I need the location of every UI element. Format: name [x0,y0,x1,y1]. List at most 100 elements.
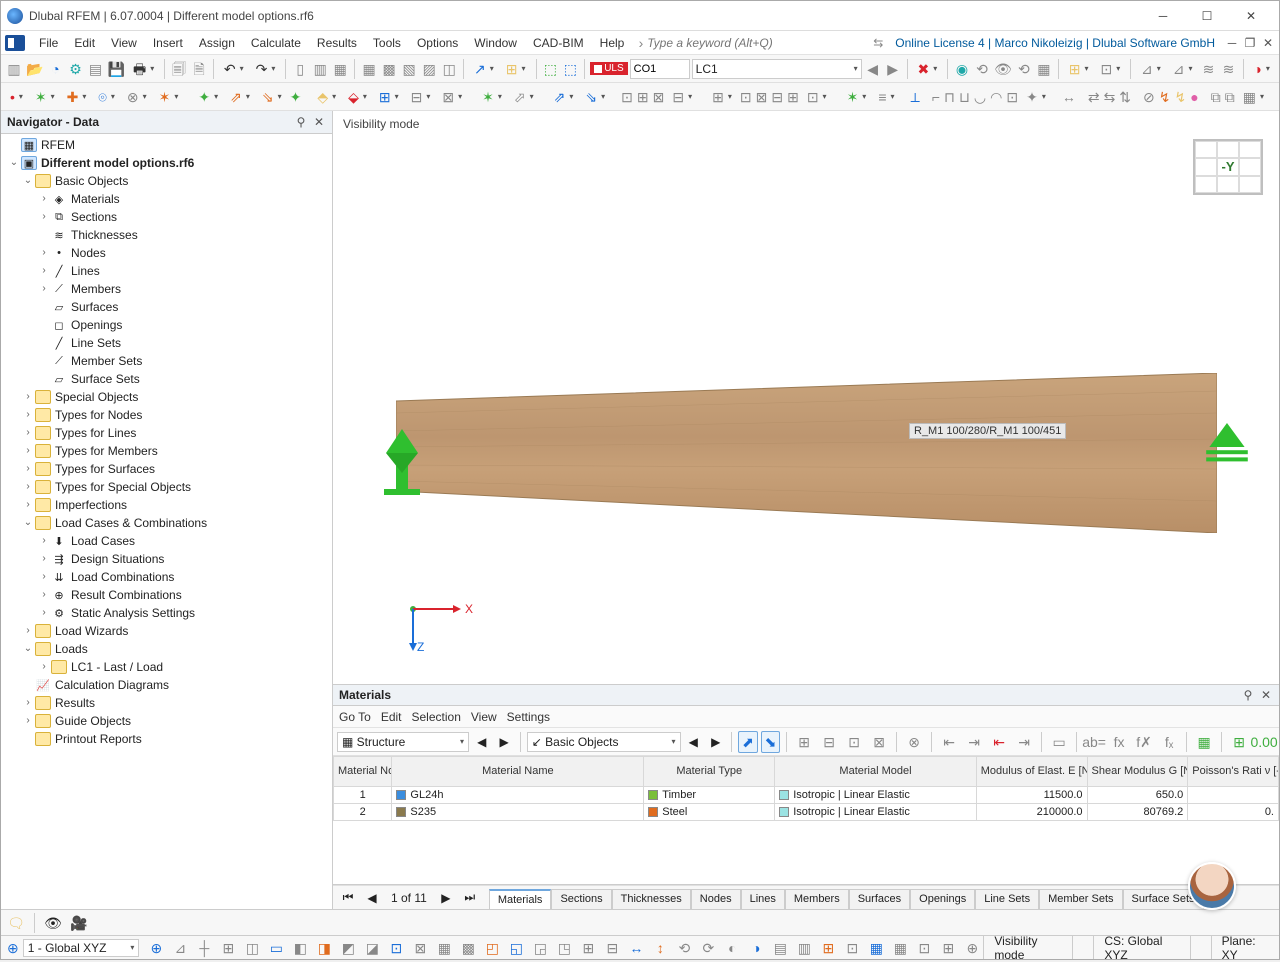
status-icon-11[interactable]: ⊠ [409,937,431,959]
tab-surfaces[interactable]: Surfaces [849,889,910,909]
tab-lines[interactable]: Lines [741,889,785,909]
tree-types-for-nodes[interactable]: ›Types for Nodes [5,406,332,424]
status-icon-1[interactable]: ⊿ [169,937,191,959]
bp-icon-7[interactable]: ⇤ [938,731,960,753]
tree-types-for-lines[interactable]: ›Types for Lines [5,424,332,442]
model-icon[interactable]: ◔ [46,58,64,80]
bp-icon-3[interactable]: ⊠ [868,731,890,753]
tab-materials[interactable]: Materials [489,889,552,909]
tree-imperfections[interactable]: ›Imperfections [5,496,332,514]
tb2-icon-29[interactable]: ✶▾ [842,86,872,108]
bp-icon-10[interactable]: ⇥ [1013,731,1035,753]
tb2-icon-39[interactable]: ↔ [1061,86,1077,108]
v7-icon[interactable]: ▨ [420,58,438,80]
tree-lc1-last-load[interactable]: ›LC1 - Last / Load [5,658,332,676]
bp-icon-17[interactable]: fₓ [1158,731,1180,753]
materials-menu-edit[interactable]: Edit [381,710,402,724]
r8-icon[interactable]: ⊿▾ [1136,58,1166,80]
tree-nodes[interactable]: ›•Nodes [5,244,332,262]
status-icon-31[interactable]: ▦ [889,937,911,959]
tb2-icon-10[interactable]: ⬘▾ [312,86,341,108]
view-cube[interactable]: -Y [1193,139,1263,195]
table-row[interactable]: 1GL24hTimberIsotropic | Linear Elastic11… [334,787,1279,804]
status-icon-25[interactable]: ◑ [745,937,767,959]
tb2-icon-22[interactable]: ⊟▾ [667,86,697,108]
nav-next2-button[interactable]: ▶ [706,731,725,753]
tb2-icon-47[interactable]: ⧉ [1210,86,1222,108]
status-icon-23[interactable]: ⟳ [697,937,719,959]
uls-badge[interactable]: ULS [590,62,627,75]
tb2-icon-27[interactable]: ⊞ [786,86,800,108]
d4-icon[interactable]: ⬚ [561,58,579,80]
status-icon-10[interactable]: ⊡ [385,937,407,959]
tb2-icon-33[interactable]: ⊓ [943,86,956,108]
tb2-icon-34[interactable]: ⊔ [958,86,971,108]
status-icon-4[interactable]: ◫ [241,937,263,959]
first-page-button[interactable]: ⏮ [337,887,359,909]
bp-icon-21[interactable]: ⊞ [1228,731,1250,753]
tree-member-sets[interactable]: ⟋Member Sets [5,352,332,370]
tb2-icon-36[interactable]: ◠ [989,86,1003,108]
menu-assign[interactable]: Assign [191,33,243,53]
tree-printout-reports[interactable]: Printout Reports [5,730,332,748]
tree-thicknesses[interactable]: ≋Thicknesses [5,226,332,244]
v5-icon[interactable]: ▩ [380,58,398,80]
tb2-icon-38[interactable]: ✦▾ [1021,86,1051,108]
menu-view[interactable]: View [103,33,145,53]
tree-types-for-surfaces[interactable]: ›Types for Surfaces [5,460,332,478]
bp-icon-8[interactable]: ⇥ [963,731,985,753]
cs-select[interactable]: 1 - Global XYZ▾ [23,939,140,957]
menu-options[interactable]: Options [409,33,466,53]
tree-result-combinations[interactable]: ›⊕Result Combinations [5,586,332,604]
tree-surface-sets[interactable]: ▱Surface Sets [5,370,332,388]
mdi-restore-icon[interactable]: ❐ [1243,36,1257,50]
tab-openings[interactable]: Openings [910,889,975,909]
tb2-icon-18[interactable]: ⇘▾ [580,86,610,108]
bp-icon-22[interactable]: 0.00 [1253,731,1275,753]
tb2-icon-24[interactable]: ⊡ [739,86,753,108]
tb2-icon-45[interactable]: ↯ [1174,86,1188,108]
status-icon-29[interactable]: ⊡ [841,937,863,959]
status-icon-7[interactable]: ◨ [313,937,335,959]
tb2-icon-6[interactable]: ✦▾ [193,86,223,108]
bp-icon-5[interactable]: ⊗ [903,731,925,753]
tab-nodes[interactable]: Nodes [691,889,741,909]
d2-icon[interactable]: ⊞▾ [501,58,531,80]
tab-line-sets[interactable]: Line Sets [975,889,1039,909]
tree-load-cases-combinations[interactable]: ⌄Load Cases & Combinations [5,514,332,532]
last-page-button[interactable]: ⏭ [459,887,481,909]
paste-icon[interactable]: 🗎 [190,58,208,80]
tree-lines[interactable]: ›╱Lines [5,262,332,280]
col-name[interactable]: Material Name [392,757,644,787]
nav-prev-button[interactable]: ◀ [472,731,491,753]
tree-load-combinations[interactable]: ›⇊Load Combinations [5,568,332,586]
tb2-icon-17[interactable]: ⇗▾ [549,86,579,108]
v3-icon[interactable]: ▦ [331,58,349,80]
tb2-icon-9[interactable]: ✦ [289,86,303,108]
redo-icon[interactable]: ↷▾ [251,58,281,80]
menu-results[interactable]: Results [309,33,365,53]
tb2-icon-25[interactable]: ⊠ [755,86,769,108]
tree-types-for-special-objects[interactable]: ›Types for Special Objects [5,478,332,496]
nav-prev2-button[interactable]: ◀ [684,731,703,753]
v2-icon[interactable]: ▥ [311,58,329,80]
assistant-avatar[interactable] [1188,862,1236,910]
col-v[interactable]: Poisson's Rati ν [-] [1188,757,1279,787]
materials-menu-view[interactable]: View [471,710,497,724]
bp-icon-9[interactable]: ⇤ [988,731,1010,753]
tree-line-sets[interactable]: ╱Line Sets [5,334,332,352]
tree-loads[interactable]: ⌄Loads [5,640,332,658]
co-input[interactable] [630,59,690,79]
materials-grid[interactable]: Material No. Material Name Material Type… [333,756,1279,885]
tb2-icon-31[interactable]: ⟂ [910,86,921,108]
panel-close-icon[interactable]: ✕ [312,115,326,129]
tb2-icon-1[interactable]: ✶▾ [30,86,60,108]
tree-load-cases[interactable]: ›⬇Load Cases [5,532,332,550]
tree-types-for-members[interactable]: ›Types for Members [5,442,332,460]
status-icon-33[interactable]: ⊞ [937,937,959,959]
menu-tools[interactable]: Tools [365,33,409,53]
menu-help[interactable]: Help [592,33,633,53]
tb2-icon-42[interactable]: ⇅ [1118,86,1132,108]
status-icon-12[interactable]: ▦ [433,937,455,959]
new-icon[interactable]: ▥ [5,58,23,80]
